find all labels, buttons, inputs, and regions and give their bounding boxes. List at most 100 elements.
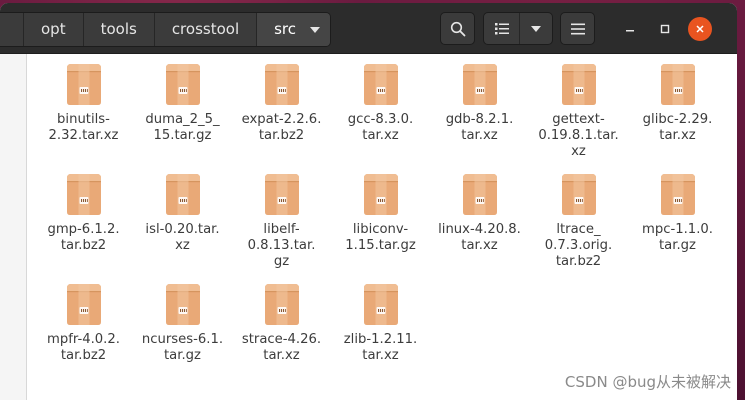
file-name-label: strace-4.26. tar.xz	[237, 332, 327, 364]
file-item[interactable]: strace-4.26. tar.xz	[232, 280, 331, 382]
file-item[interactable]: gettext- 0.19.8.1.tar. xz	[529, 60, 628, 162]
file-name-label: mpfr-4.0.2. tar.bz2	[39, 332, 129, 364]
archive-box-icon	[561, 174, 596, 215]
archive-box-icon	[363, 64, 398, 105]
watermark-text: CSDN @bug从未被解决	[564, 373, 731, 391]
file-name-label: zlib-1.2.11. tar.xz	[336, 332, 426, 364]
file-name-line: tar.bz2	[555, 254, 602, 269]
archive-box-icon	[66, 64, 101, 105]
file-name-line: 0.7.3.orig.	[544, 238, 613, 253]
file-name-line: 15.tar.gz	[153, 128, 212, 143]
archive-box-icon	[264, 64, 299, 105]
file-name-line: gcc-8.3.0.	[347, 112, 414, 127]
view-options-button[interactable]	[520, 13, 552, 44]
file-item[interactable]: linux-4.20.8. tar.xz	[430, 170, 529, 272]
file-name-label: ncurses-6.1. tar.gz	[138, 332, 228, 364]
file-name-line: duma_2_5_	[145, 112, 220, 127]
file-name-label: gettext- 0.19.8.1.tar. xz	[534, 112, 624, 160]
breadcrumb-current-src[interactable]: src	[257, 13, 331, 46]
file-item[interactable]: gcc-8.3.0. tar.xz	[331, 60, 430, 162]
close-button[interactable]	[688, 17, 712, 41]
file-name-line: gettext-	[552, 112, 605, 127]
file-name-label: libiconv- 1.15.tar.gz	[336, 222, 426, 254]
file-name-line: tar.xz	[362, 348, 399, 363]
list-view-button[interactable]	[484, 13, 521, 44]
archive-box-icon	[660, 174, 695, 215]
breadcrumb-tools[interactable]: tools	[84, 13, 155, 46]
archive-box-icon	[264, 174, 299, 215]
file-name-label: binutils- 2.32.tar.xz	[39, 112, 129, 144]
breadcrumb-parent-edge[interactable]	[0, 13, 24, 46]
file-name-line: tar.bz2	[60, 348, 107, 363]
file-name-line: 0.8.13.tar.	[247, 238, 316, 253]
archive-box-icon	[264, 284, 299, 325]
view-toggle-group	[483, 12, 553, 45]
file-item[interactable]: duma_2_5_ 15.tar.gz	[133, 60, 232, 162]
file-name-label: gcc-8.3.0. tar.xz	[336, 112, 426, 144]
file-name-line: binutils-	[57, 112, 110, 127]
file-name-line: libelf-	[263, 222, 300, 237]
file-name-label: duma_2_5_ 15.tar.gz	[138, 112, 228, 144]
file-item[interactable]: glibc-2.29. tar.xz	[628, 60, 727, 162]
archive-box-icon	[66, 284, 101, 325]
file-name-line: tar.xz	[263, 348, 300, 363]
file-grid: binutils- 2.32.tar.xz duma_2_5_ 15.tar.gz …	[34, 60, 734, 382]
file-name-line: tar.xz	[659, 128, 696, 143]
file-manager-window: opt tools crosstool src binutils- 2.32.t…	[0, 3, 737, 400]
file-name-label: mpc-1.1.0. tar.gz	[633, 222, 723, 254]
breadcrumb-opt[interactable]: opt	[24, 13, 84, 46]
chevron-down-icon	[310, 26, 321, 33]
file-name-line: tar.xz	[362, 128, 399, 143]
file-name-line: gdb-8.2.1.	[445, 112, 514, 127]
file-name-line: 2.32.tar.xz	[48, 128, 119, 143]
chevron-down-icon	[531, 25, 542, 32]
hamburger-menu-icon	[570, 23, 585, 34]
header-bar: opt tools crosstool src	[0, 3, 737, 54]
file-item[interactable]: isl-0.20.tar. xz	[133, 170, 232, 272]
file-name-label: linux-4.20.8. tar.xz	[435, 222, 525, 254]
file-name-line: glibc-2.29.	[642, 112, 713, 127]
sidebar	[0, 54, 27, 400]
breadcrumb-crosstool[interactable]: crosstool	[155, 13, 258, 46]
file-item[interactable]: libelf- 0.8.13.tar. gz	[232, 170, 331, 272]
maximize-button[interactable]	[653, 17, 677, 41]
search-icon	[450, 21, 465, 36]
file-item[interactable]: gmp-6.1.2. tar.bz2	[34, 170, 133, 272]
file-item[interactable]: mpc-1.1.0. tar.gz	[628, 170, 727, 272]
file-item[interactable]: zlib-1.2.11. tar.xz	[331, 280, 430, 382]
file-name-line: mpc-1.1.0.	[642, 222, 713, 237]
file-name-label: gmp-6.1.2. tar.bz2	[39, 222, 129, 254]
minimize-button[interactable]	[618, 17, 642, 41]
file-name-line: expat-2.2.6.	[241, 112, 322, 127]
file-name-line: xz	[571, 144, 586, 159]
main-menu-button[interactable]	[560, 12, 595, 45]
file-item[interactable]: ltrace_ 0.7.3.orig. tar.bz2	[529, 170, 628, 272]
file-item[interactable]: libiconv- 1.15.tar.gz	[331, 170, 430, 272]
archive-box-icon	[561, 64, 596, 105]
file-name-label: libelf- 0.8.13.tar. gz	[237, 222, 327, 270]
file-name-line: 0.19.8.1.tar.	[538, 128, 619, 143]
archive-box-icon	[165, 174, 200, 215]
archive-box-icon	[462, 174, 497, 215]
file-name-line: strace-4.26.	[241, 332, 322, 347]
file-item[interactable]: mpfr-4.0.2. tar.bz2	[34, 280, 133, 382]
file-item[interactable]: gdb-8.2.1. tar.xz	[430, 60, 529, 162]
file-item[interactable]: expat-2.2.6. tar.bz2	[232, 60, 331, 162]
breadcrumb: opt tools crosstool src	[0, 12, 332, 47]
file-name-line: isl-0.20.tar.	[145, 222, 220, 237]
minimize-icon	[626, 30, 634, 32]
archive-box-icon	[66, 174, 101, 215]
file-name-line: tar.gz	[659, 238, 696, 253]
archive-box-icon	[363, 284, 398, 325]
archive-box-icon	[165, 64, 200, 105]
list-view-icon	[494, 22, 509, 34]
file-item[interactable]: ncurses-6.1. tar.gz	[133, 280, 232, 382]
file-name-label: ltrace_ 0.7.3.orig. tar.bz2	[534, 222, 624, 270]
file-name-line: tar.bz2	[60, 238, 107, 253]
file-item[interactable]: binutils- 2.32.tar.xz	[34, 60, 133, 162]
file-name-line: xz	[175, 238, 190, 253]
file-name-line: tar.bz2	[258, 128, 305, 143]
search-button[interactable]	[440, 12, 475, 45]
file-name-label: isl-0.20.tar. xz	[138, 222, 228, 254]
file-name-line: gmp-6.1.2.	[47, 222, 120, 237]
